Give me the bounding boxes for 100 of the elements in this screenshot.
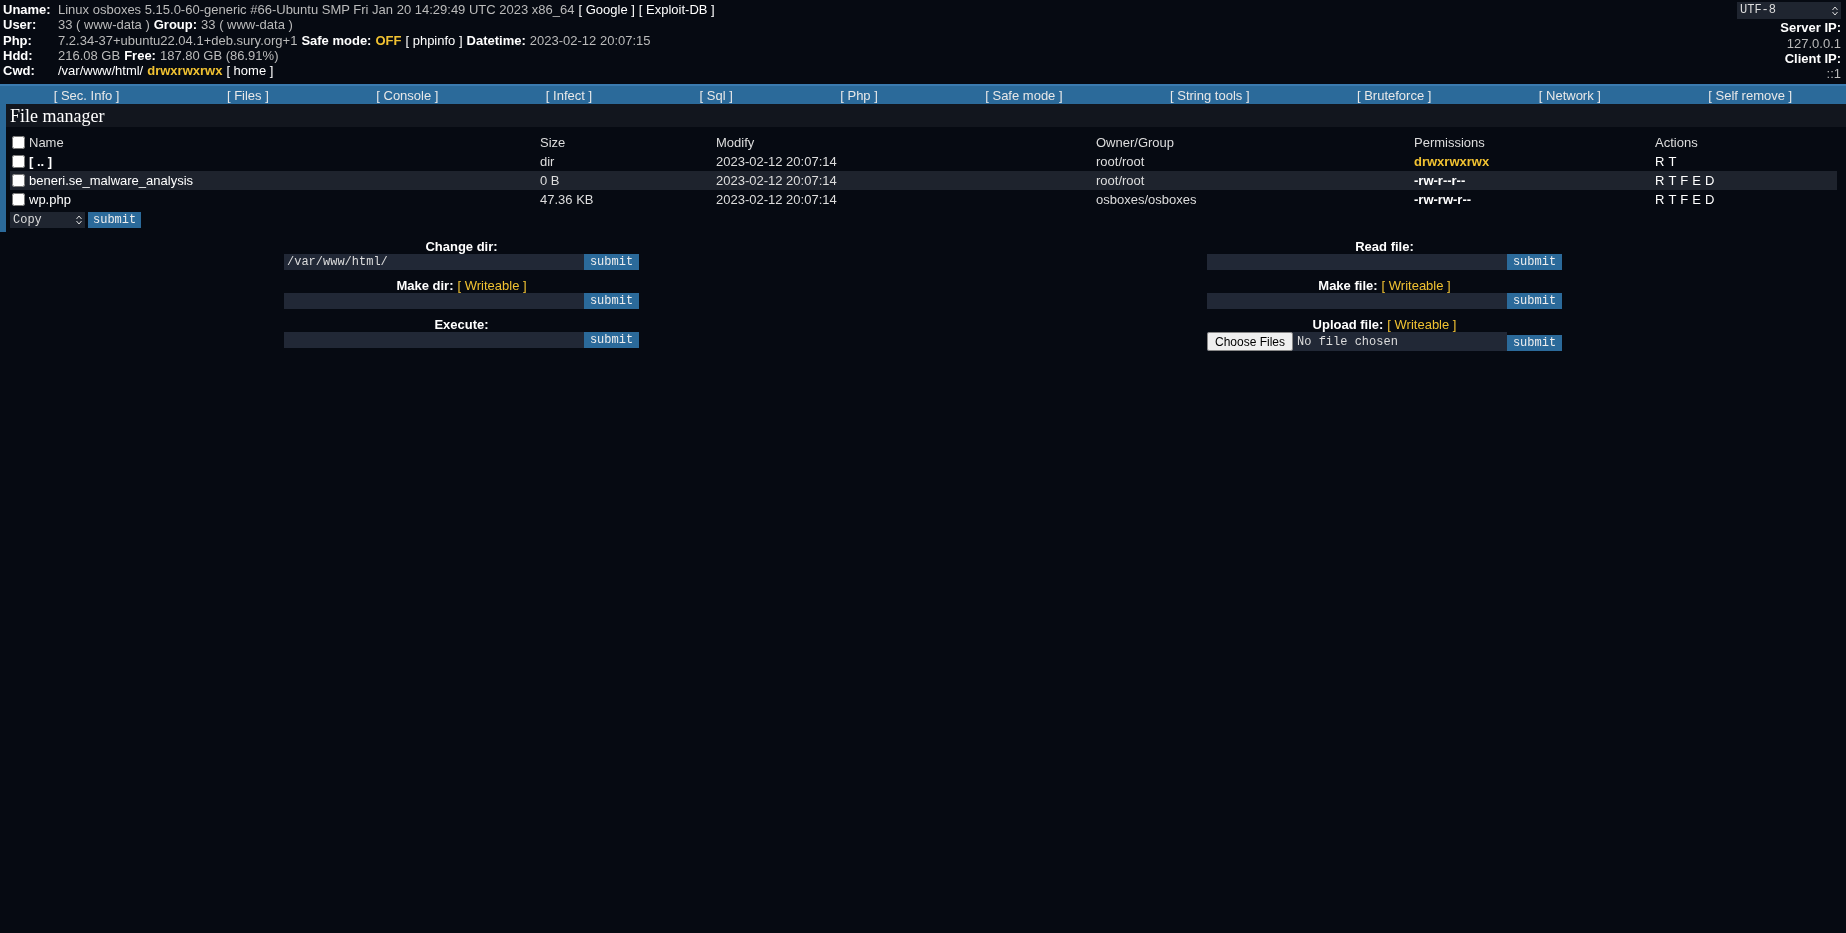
info-label: Php: xyxy=(3,32,33,48)
table-cell-text: 0 B xyxy=(540,173,561,189)
info-value: 187.80 GB (86.91%) xyxy=(159,47,279,64)
caret-icon xyxy=(76,215,82,226)
info-value: 127.0.0.1 xyxy=(1786,35,1841,51)
info-value: drwxrwxrwx xyxy=(147,63,223,79)
nav-link[interactable]: [ Php ] xyxy=(840,88,878,103)
column-header: Owner/Group xyxy=(1096,135,1176,151)
info-label: Uname: xyxy=(3,2,52,18)
nav-link[interactable]: [ Bruteforce ] xyxy=(1356,88,1432,103)
submit-button[interactable]: submit xyxy=(584,254,639,271)
info-label: Client IP: xyxy=(1784,50,1841,67)
writeable-status: [ Writeable ] xyxy=(1387,318,1457,333)
writeable-status: [ Writeable ] xyxy=(457,279,527,294)
nav-link[interactable]: [ Files ] xyxy=(226,88,269,103)
info-value: 216.08 GB xyxy=(58,47,121,64)
action-link[interactable]: D xyxy=(1704,173,1715,189)
input-field[interactable]: /var/www/html/ xyxy=(284,254,584,271)
info-link[interactable]: /var/www/html/ xyxy=(58,63,144,79)
info-value: Linux osboxes 5.15.0-60-generic #66-Ubuntu SMP Fri Jan 20 14:29:49 UTC 2023 x86_64 xyxy=(58,2,575,18)
table-cell-text: dir xyxy=(540,154,556,170)
input-field[interactable] xyxy=(284,332,584,349)
submit-button[interactable]: submit xyxy=(584,332,639,349)
input-field[interactable] xyxy=(284,293,584,310)
column-header: Modify xyxy=(716,135,756,151)
input-field[interactable] xyxy=(1207,254,1507,271)
row-checkbox[interactable] xyxy=(12,174,25,188)
info-link[interactable]: [ Exploit-DB ] xyxy=(638,2,715,18)
parent-dir-link[interactable]: [ .. ] xyxy=(29,154,53,170)
action-link[interactable]: T xyxy=(1668,173,1677,189)
info-link[interactable]: [ home ] xyxy=(226,63,274,79)
nav-link[interactable]: [ Sql ] xyxy=(699,88,733,103)
submit-button[interactable]: submit xyxy=(1507,335,1562,352)
charset-select[interactable]: UTF-8 xyxy=(1737,2,1841,20)
submit-button[interactable]: submit xyxy=(88,212,142,229)
nav-link[interactable]: [ Infect ] xyxy=(545,88,593,103)
action-link[interactable]: R xyxy=(1655,154,1665,170)
file-link[interactable]: wp.php xyxy=(29,192,71,208)
info-value: 2023-02-12 20:07:15 xyxy=(529,32,651,48)
writeable-status: [ Writeable ] xyxy=(1381,279,1451,294)
input-field[interactable] xyxy=(1207,293,1507,310)
table-cell-text: 2023-02-12 20:07:14 xyxy=(716,154,838,170)
table-cell-text: root/root xyxy=(1096,173,1146,189)
form-label: Make dir: xyxy=(396,279,454,294)
table-cell-text: 47.36 KB xyxy=(540,192,595,208)
table-cell-text: 2023-02-12 20:07:14 xyxy=(716,192,838,208)
info-link[interactable]: [ phpinfo ] xyxy=(405,32,463,48)
submit-button[interactable]: submit xyxy=(584,293,639,310)
info-label: Server IP: xyxy=(1780,20,1841,36)
nav-link[interactable]: [ Console ] xyxy=(376,88,439,103)
nav-link[interactable]: [ Safe mode ] xyxy=(985,88,1063,103)
table-cell-text: osboxes/osboxes xyxy=(1096,192,1198,208)
action-link[interactable]: R xyxy=(1655,192,1665,208)
action-select[interactable]: Copy xyxy=(10,212,85,229)
nav-link[interactable]: [ Sec. Info ] xyxy=(53,88,120,103)
info-value: 33 ( www-data ) xyxy=(201,17,293,33)
form-label: Read file: xyxy=(1355,240,1414,255)
submit-button[interactable]: submit xyxy=(1507,293,1562,310)
column-header: Actions xyxy=(1655,135,1699,151)
action-link[interactable]: E xyxy=(1692,173,1701,189)
info-label: Datetime: xyxy=(466,32,526,48)
permissions-link[interactable]: -rw-rw-r-- xyxy=(1414,192,1655,208)
info-label: User: xyxy=(3,17,38,33)
permissions-link[interactable]: drwxrwxrwx xyxy=(1414,154,1655,170)
column-header: Permissions xyxy=(1414,135,1486,151)
form-label: Make file: xyxy=(1318,279,1378,294)
action-link[interactable]: R xyxy=(1655,173,1665,189)
nav-link[interactable]: [ Network ] xyxy=(1538,88,1601,103)
table-cell-text: 2023-02-12 20:07:14 xyxy=(716,173,838,189)
action-link[interactable]: E xyxy=(1692,192,1701,208)
info-label: Group: xyxy=(153,17,198,33)
file-link[interactable]: beneri.se_malware_analysis xyxy=(29,173,194,189)
action-link[interactable]: T xyxy=(1668,154,1677,170)
row-checkbox[interactable] xyxy=(12,155,25,169)
info-value: OFF xyxy=(375,32,402,48)
form-label: Change dir: xyxy=(425,240,498,255)
select-all-checkbox[interactable] xyxy=(12,136,25,150)
nav-link[interactable]: [ Self remove ] xyxy=(1708,88,1793,103)
column-header: Size xyxy=(540,135,567,151)
info-label: Free: xyxy=(124,47,156,64)
action-link[interactable]: F xyxy=(1680,173,1689,189)
choose-files-button[interactable]: Choose Files xyxy=(1207,332,1294,352)
table-cell-text: root/root xyxy=(1096,154,1146,170)
action-link[interactable]: F xyxy=(1680,192,1689,208)
submit-button[interactable]: submit xyxy=(1507,254,1562,271)
info-label: Safe mode: xyxy=(301,32,372,48)
row-checkbox[interactable] xyxy=(12,193,25,207)
caret-icon xyxy=(1832,5,1838,16)
info-value: 7.2.34-37+ubuntu22.04.1+deb.sury.org+1 xyxy=(58,32,298,48)
nav-link[interactable]: [ String tools ] xyxy=(1170,88,1250,103)
column-header: Name xyxy=(29,135,64,151)
permissions-link[interactable]: -rw-r--r-- xyxy=(1414,173,1655,189)
action-link[interactable]: T xyxy=(1668,192,1677,208)
info-value: 33 ( www-data ) xyxy=(58,17,150,33)
panel-title: File manager xyxy=(6,104,1846,128)
info-link[interactable]: [ Google ] xyxy=(578,2,635,18)
action-link[interactable]: D xyxy=(1704,192,1715,208)
file-status: No file chosen xyxy=(1297,335,1398,349)
info-label: Hdd: xyxy=(3,47,34,64)
info-label: Cwd: xyxy=(3,63,36,79)
